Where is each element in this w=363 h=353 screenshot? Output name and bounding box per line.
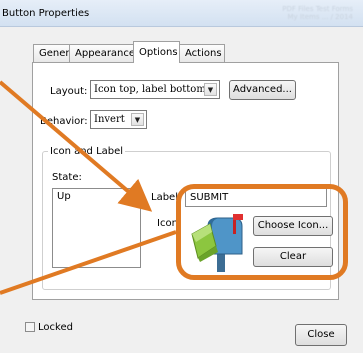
behavior-select[interactable]: Invert ▼ [90, 110, 147, 129]
behavior-select-value: Invert [94, 114, 125, 125]
locked-label: Locked [38, 322, 73, 333]
group-title: Icon and Label [48, 146, 126, 157]
title-bar-extra: PDF Files Test Forms My Items ... / 2014 [273, 5, 353, 21]
chevron-down-icon[interactable]: ▼ [204, 83, 217, 96]
title-bar-extra-line-1: PDF Files Test Forms [282, 5, 353, 13]
title-bar: Button Properties PDF Files Test Forms M… [0, 0, 363, 27]
layout-label: Layout: [50, 86, 88, 97]
clear-button[interactable]: Clear [253, 247, 333, 267]
layout-select-value: Icon top, label bottom [94, 84, 206, 95]
chevron-down-icon[interactable]: ▼ [131, 113, 144, 126]
state-listbox[interactable]: Up [52, 188, 141, 268]
state-item-up[interactable]: Up [57, 191, 71, 202]
advanced-button[interactable]: Advanced... [229, 80, 296, 100]
tab-options[interactable]: Options [133, 41, 180, 63]
button-properties-dialog: Button Properties PDF Files Test Forms M… [0, 0, 363, 353]
tab-appearance[interactable]: Appearance [69, 44, 135, 62]
title-bar-extra-line-2: My Items ... / 2014 [287, 13, 353, 21]
locked-checkbox[interactable] [25, 322, 35, 332]
state-label: State: [52, 172, 82, 183]
label-field-label: Label: [151, 192, 182, 203]
icon-label: Icon: [157, 218, 182, 229]
icon-preview [188, 212, 249, 273]
label-input[interactable]: SUBMIT [185, 188, 327, 207]
behavior-label: Behavior: [40, 116, 88, 127]
layout-select[interactable]: Icon top, label bottom ▼ [90, 80, 220, 99]
tab-actions[interactable]: Actions [179, 44, 225, 62]
mailbox-with-paper-icon [191, 214, 243, 272]
label-input-value: SUBMIT [190, 192, 229, 203]
window-title: Button Properties [2, 8, 90, 19]
tab-general[interactable]: General [33, 44, 78, 62]
choose-icon-button[interactable]: Choose Icon... [253, 216, 333, 236]
close-button[interactable]: Close [295, 324, 347, 346]
